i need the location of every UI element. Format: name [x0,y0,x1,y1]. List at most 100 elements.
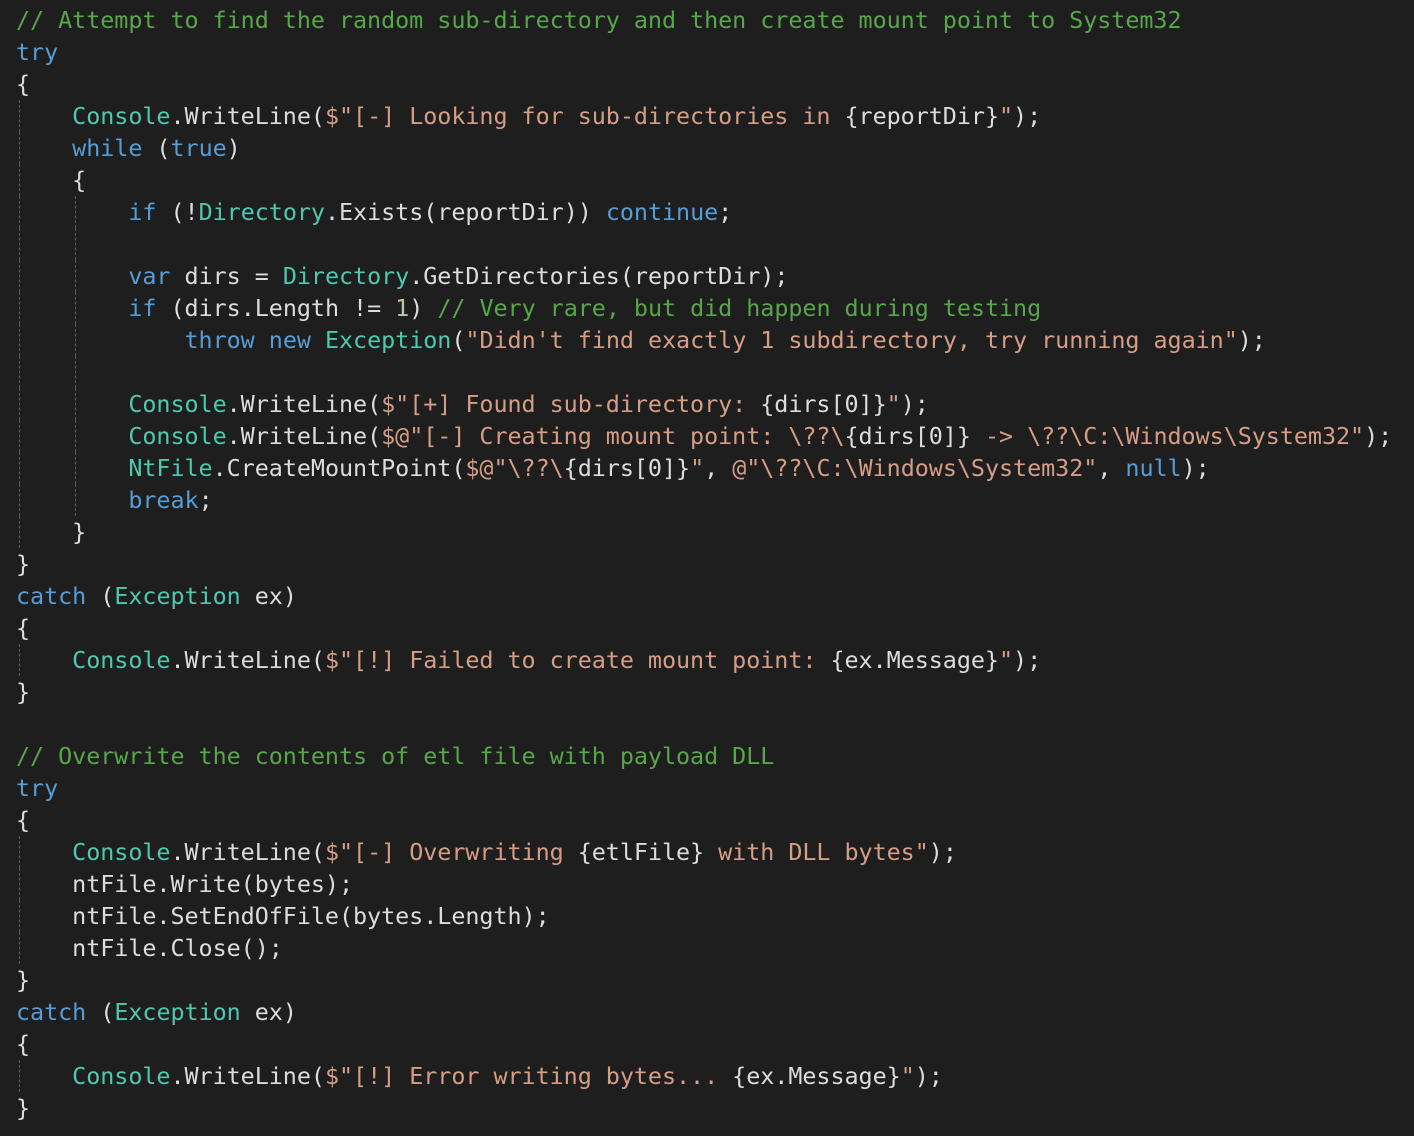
indent-guide [19,484,20,516]
code-token-type: Exception [324,326,452,354]
code-line[interactable]: NtFile.CreateMountPoint($@"\??\{dirs[0]}… [16,452,1392,484]
code-token-comment: // Very rare, but did happen during test… [437,294,1042,322]
code-line[interactable] [16,228,1392,260]
indent-guide [19,1060,20,1092]
indent-guide [75,292,77,324]
code-token-plain: .WriteLine( [170,1062,325,1090]
code-token-interp: {dirs[0]} [760,390,887,418]
indent-guide [75,324,77,356]
code-line[interactable]: { [16,1028,1392,1060]
code-line[interactable] [16,708,1392,740]
code-token-interp: {ex.Message} [830,646,999,674]
code-token-keyword: try [16,38,59,66]
code-line[interactable]: // Overwrite the contents of etl file wi… [16,740,1392,772]
code-token-string: with DLL bytes" [704,838,929,866]
code-token-string: " [998,646,1014,674]
code-token-string: $"[-] Overwriting [324,838,578,866]
code-token-plain: ( [142,134,171,162]
code-line[interactable]: { [16,68,1392,100]
code-line[interactable]: } [16,548,1392,580]
indent-guide [19,644,20,676]
indent-guide [75,484,77,516]
code-line[interactable]: } [16,1092,1392,1124]
indent-guide [19,292,20,324]
code-token-plain: } [16,966,31,994]
code-token-keyword: true [170,134,227,162]
code-line[interactable]: break; [16,484,1392,516]
code-token-type: Directory [282,262,410,290]
code-line[interactable]: Console.WriteLine($"[-] Overwriting {etl… [16,836,1392,868]
indent-guide [19,196,20,228]
code-token-plain: .GetDirectories(reportDir); [409,262,789,290]
code-token-type: Console [72,838,171,866]
code-line[interactable]: var dirs = Directory.GetDirectories(repo… [16,260,1392,292]
indent-guide [19,100,20,132]
indent-guide [19,324,20,356]
indent-guide [19,388,20,420]
code-line[interactable] [16,356,1392,388]
code-token-plain: ; [198,486,213,514]
code-line[interactable]: { [16,612,1392,644]
code-token-string: $"[!] Error writing bytes... [324,1062,733,1090]
code-token-plain: .CreateMountPoint( [212,454,466,482]
code-token-plain: { [16,614,31,642]
code-token-interp: {etlFile} [577,838,705,866]
code-line[interactable]: catch (Exception ex) [16,580,1392,612]
indent-guide [19,932,20,964]
code-line[interactable]: try [16,772,1392,804]
code-line[interactable]: Console.WriteLine($"[+] Found sub-direct… [16,388,1392,420]
code-token-plain: ; [718,198,733,226]
code-line[interactable]: try [16,36,1392,68]
code-line[interactable]: catch (Exception ex) [16,996,1392,1028]
code-block[interactable]: // Attempt to find the random sub-direct… [16,4,1392,1124]
code-line[interactable]: ntFile.Write(bytes); [16,868,1392,900]
code-line[interactable]: } [16,676,1392,708]
code-line[interactable]: while (true) [16,132,1392,164]
code-token-number: 1 [395,294,410,322]
code-token-plain: dirs = [170,262,283,290]
code-token-plain: ( [86,998,115,1026]
code-editor[interactable]: // Attempt to find the random sub-direct… [0,0,1414,1136]
code-line[interactable]: if (dirs.Length != 1) // Very rare, but … [16,292,1392,324]
code-token-interp: {reportDir} [844,102,1000,130]
code-token-plain: ); [1237,326,1266,354]
code-line[interactable]: ntFile.SetEndOfFile(bytes.Length); [16,900,1392,932]
code-token-plain: ntFile.Write(bytes); [16,870,354,898]
code-token-comment: // Overwrite the contents of etl file wi… [16,742,775,770]
code-line[interactable]: // Attempt to find the random sub-direct… [16,4,1392,36]
code-token-keyword: continue [605,198,719,226]
code-line[interactable]: Console.WriteLine($"[-] Looking for sub-… [16,100,1392,132]
code-token-comment: // Attempt to find the random sub-direct… [16,6,1182,34]
code-token-keyword: try [16,774,59,802]
code-token-string: " [690,454,705,482]
code-line[interactable]: } [16,964,1392,996]
code-line[interactable]: Console.WriteLine($"[!] Failed to create… [16,644,1392,676]
code-line[interactable]: { [16,804,1392,836]
code-line[interactable]: ntFile.Close(); [16,932,1392,964]
code-line[interactable]: Console.WriteLine($@"[-] Creating mount … [16,420,1392,452]
code-token-plain: (dirs.Length != [156,294,396,322]
code-line[interactable]: throw new Exception("Didn't find exactly… [16,324,1392,356]
code-line[interactable]: if (!Directory.Exists(reportDir)) contin… [16,196,1392,228]
code-token-type: Console [72,1062,171,1090]
code-token-plain: ntFile.Close(); [16,934,283,962]
code-line[interactable]: } [16,516,1392,548]
indent-guide [75,452,77,484]
code-token-keyword: var [128,262,171,290]
indent-guide [75,420,77,452]
indent-guide [75,356,77,388]
code-line[interactable]: { [16,164,1392,196]
code-token-plain: .WriteLine( [226,390,382,418]
code-token-plain: } [16,1094,31,1122]
code-token-string: " [900,1062,915,1090]
code-token-type: Console [128,390,227,418]
code-token-type: Console [72,102,171,130]
code-token-type: Exception [114,582,241,610]
code-line[interactable]: Console.WriteLine($"[!] Error writing by… [16,1060,1392,1092]
